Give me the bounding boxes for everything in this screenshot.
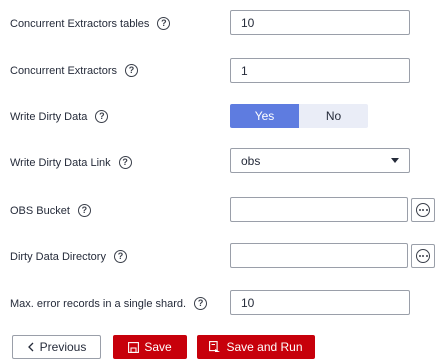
dirty-data-directory-label-group: Dirty Data Directory ?: [10, 250, 127, 263]
caret-down-icon: [391, 158, 399, 163]
dirty-data-directory-input[interactable]: [230, 243, 408, 268]
obs-bucket-browse-button[interactable]: [411, 198, 435, 222]
max-error-records-input[interactable]: [230, 290, 410, 315]
concurrent-tables-label-group: Concurrent Extractors tables ?: [10, 17, 171, 30]
save-button[interactable]: Save: [113, 335, 187, 359]
help-icon[interactable]: ?: [118, 156, 132, 169]
dirty-data-link-value: obs: [241, 153, 261, 168]
save-and-run-button-label: Save and Run: [226, 340, 303, 354]
max-error-records-label-group: Max. error records in a single shard. ?: [10, 297, 208, 310]
save-and-run-button[interactable]: Save and Run: [197, 335, 315, 359]
previous-button[interactable]: Previous: [12, 335, 101, 359]
dirty-data-link-label: Write Dirty Data Link: [10, 156, 111, 169]
dirty-data-link-label-group: Write Dirty Data Link ?: [10, 156, 132, 169]
help-icon[interactable]: ?: [113, 250, 127, 263]
toggle-yes-button[interactable]: Yes: [230, 104, 299, 128]
max-error-records-label: Max. error records in a single shard.: [10, 297, 187, 310]
concurrent-extractors-label-group: Concurrent Extractors ?: [10, 64, 138, 77]
concurrent-tables-input[interactable]: [230, 10, 410, 35]
dirty-data-link-select[interactable]: obs: [230, 148, 410, 173]
write-dirty-data-label: Write Dirty Data: [10, 110, 88, 123]
concurrent-extractors-input[interactable]: [230, 58, 410, 83]
dirty-data-directory-label: Dirty Data Directory: [10, 250, 106, 263]
obs-bucket-label: OBS Bucket: [10, 204, 70, 217]
more-icon: [416, 249, 430, 263]
write-dirty-data-toggle: Yes No: [230, 104, 368, 128]
concurrent-extractors-label: Concurrent Extractors: [10, 64, 117, 77]
help-icon[interactable]: ?: [157, 17, 171, 30]
obs-bucket-label-group: OBS Bucket ?: [10, 204, 91, 217]
obs-bucket-input[interactable]: [230, 197, 408, 222]
concurrent-tables-label: Concurrent Extractors tables: [10, 17, 150, 30]
help-icon[interactable]: ?: [77, 204, 91, 217]
save-button-label: Save: [144, 340, 172, 354]
toggle-no-button[interactable]: No: [299, 104, 368, 128]
help-icon[interactable]: ?: [124, 64, 138, 77]
dirty-data-directory-browse-button[interactable]: [411, 244, 435, 268]
write-dirty-data-label-group: Write Dirty Data ?: [10, 110, 109, 123]
help-icon[interactable]: ?: [95, 110, 109, 123]
chevron-left-icon: [27, 342, 35, 352]
previous-button-label: Previous: [39, 340, 87, 354]
more-icon: [416, 203, 430, 217]
help-icon[interactable]: ?: [194, 297, 208, 310]
save-icon: [128, 341, 140, 353]
save-run-icon: [209, 341, 221, 353]
